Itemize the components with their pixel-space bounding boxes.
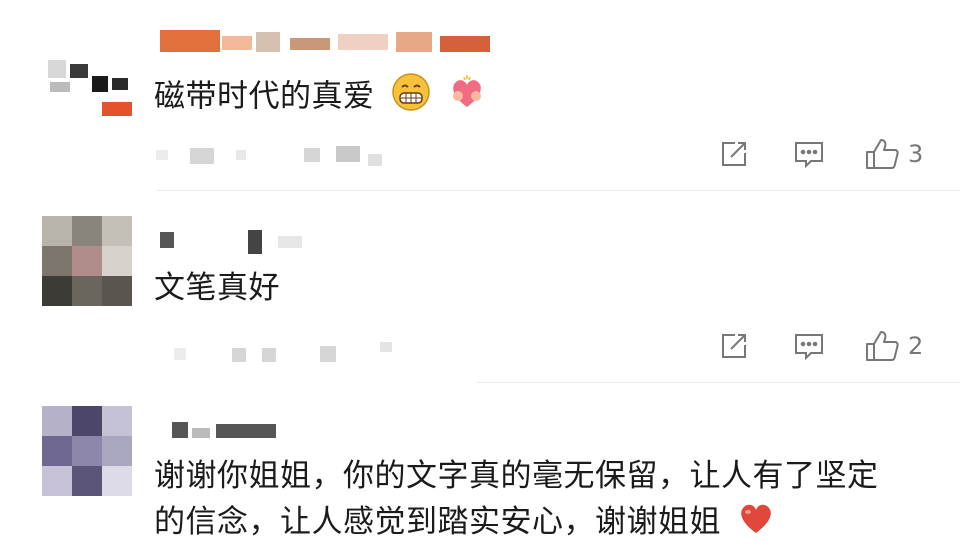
comment-text-content: 的信念，让人感觉到踏实安心，谢谢姐姐: [154, 504, 721, 540]
like-button[interactable]: 3: [864, 134, 923, 174]
comment-icon: [795, 334, 823, 361]
divider: [156, 190, 960, 191]
comment-text: 谢谢你姐姐，你的文字真的毫无保留，让人有了坚定 的信念，让人感觉到踏实安心，谢谢…: [154, 454, 879, 547]
like-count: 3: [908, 140, 924, 168]
comment-text-line: 的信念，让人感觉到踏实安心，谢谢姐姐: [154, 500, 879, 547]
thumbs-up-icon: [866, 139, 899, 169]
red-heart-emoji-icon: [737, 501, 775, 547]
comment-meta: [156, 144, 416, 168]
comment-actions: 2: [700, 326, 940, 366]
like-count: 2: [908, 332, 924, 360]
comment-actions: 3: [700, 134, 940, 174]
username[interactable]: [160, 30, 520, 56]
grin-emoji-icon: [391, 72, 431, 124]
share-icon: [722, 142, 746, 166]
username[interactable]: [172, 422, 292, 442]
comment-text: 磁带时代的真爱: [154, 72, 487, 124]
comment-text-line: 谢谢你姐姐，你的文字真的毫无保留，让人有了坚定: [154, 458, 879, 494]
avatar[interactable]: [42, 30, 132, 120]
like-button[interactable]: 2: [864, 326, 923, 366]
avatar[interactable]: [42, 216, 132, 306]
reply-button[interactable]: [792, 134, 826, 174]
username[interactable]: [160, 230, 320, 256]
divider: [476, 382, 960, 383]
share-button[interactable]: [718, 326, 750, 366]
comment-item: 文笔真好 2: [0, 192, 960, 384]
reply-button[interactable]: [792, 326, 826, 366]
avatar[interactable]: [42, 406, 132, 496]
hug-heart-emoji-icon: [447, 72, 487, 124]
comment-text: 文笔真好: [154, 266, 280, 310]
comment-item: 谢谢你姐姐，你的文字真的毫无保留，让人有了坚定 的信念，让人感觉到踏实安心，谢谢…: [0, 384, 960, 544]
comment-meta: [156, 342, 416, 366]
comment-text-content: 文笔真好: [154, 270, 280, 306]
share-icon: [722, 334, 746, 358]
comment-text-content: 磁带时代的真爱: [154, 78, 375, 115]
comment-icon: [795, 142, 823, 169]
share-button[interactable]: [718, 134, 750, 174]
comment-item: 磁带时代的真爱 3: [0, 0, 960, 192]
thumbs-up-icon: [866, 331, 899, 361]
